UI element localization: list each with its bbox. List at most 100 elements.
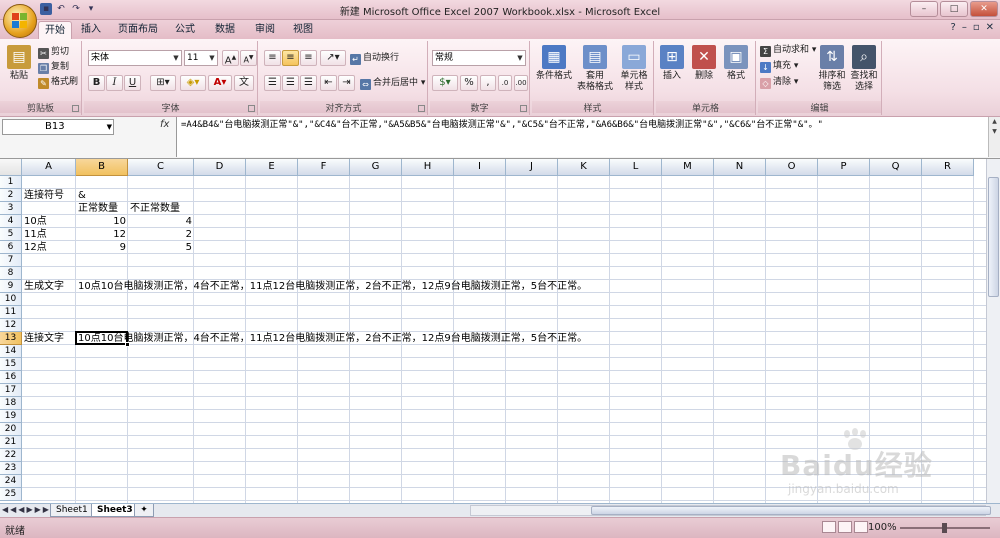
cell-a5[interactable]: 11点 [22, 228, 49, 241]
row-header-5[interactable]: 5 [0, 228, 22, 241]
row-header-11[interactable]: 11 [0, 306, 22, 319]
row-header-20[interactable]: 20 [0, 423, 22, 436]
font-size-combo[interactable]: 11 ▼ [184, 50, 218, 66]
column-header-h[interactable]: H [402, 159, 454, 176]
cell-b6[interactable]: 9 [76, 241, 128, 254]
align-left-button[interactable]: ☰ [264, 75, 281, 91]
column-header-i[interactable]: I [454, 159, 506, 176]
shrink-font-button[interactable]: A▼ [240, 50, 257, 66]
tab-formulas[interactable]: 公式 [170, 21, 200, 39]
cell-c5[interactable]: 2 [128, 228, 194, 241]
worksheet-grid[interactable]: A B C D E F G H I J K L M N O P Q R 1 2 3 4 5 6 7 8 9 10 11 12 13 14 15 1… [0, 159, 1000, 503]
phonetic-button[interactable]: 文 [234, 75, 254, 91]
select-all-corner[interactable] [0, 159, 22, 176]
format-as-table-button[interactable]: ▤ 套用 表格格式 [574, 43, 616, 97]
autosum-button[interactable]: Σ 自动求和 ▾ [760, 43, 816, 58]
close-workbook-icon[interactable]: ✕ [986, 22, 994, 33]
column-header-q[interactable]: Q [870, 159, 922, 176]
normal-view-icon[interactable] [822, 521, 836, 533]
cell-b2[interactable]: & [76, 189, 88, 202]
row-header-22[interactable]: 22 [0, 449, 22, 462]
conditional-formatting-button[interactable]: ▦ 条件格式 [534, 43, 574, 97]
column-header-c[interactable]: C [128, 159, 194, 176]
cell-b9[interactable]: 10点10台电脑拨测正常，4台不正常，11点12台电脑拨测正常，2台不正常，12… [76, 280, 589, 293]
merge-center-button[interactable]: ⇔ 合并后居中 ▾ [360, 76, 425, 91]
tab-view[interactable]: 视图 [288, 21, 318, 39]
row-header-7[interactable]: 7 [0, 254, 22, 267]
sheet-tab-sheet1[interactable]: Sheet1 [50, 504, 94, 517]
row-header-19[interactable]: 19 [0, 410, 22, 423]
column-header-g[interactable]: G [350, 159, 402, 176]
close-button[interactable]: ✕ [970, 1, 998, 17]
scroll-thumb[interactable] [988, 177, 999, 297]
italic-button[interactable]: I [106, 75, 123, 91]
row-header-13[interactable]: 13 [0, 332, 22, 345]
row-header-6[interactable]: 6 [0, 241, 22, 254]
column-header-m[interactable]: M [662, 159, 714, 176]
cell-b4[interactable]: 10 [76, 215, 128, 228]
column-header-r[interactable]: R [922, 159, 974, 176]
cell-a4[interactable]: 10点 [22, 215, 49, 228]
column-header-l[interactable]: L [610, 159, 662, 176]
number-format-combo[interactable]: 常规 ▼ [432, 50, 526, 66]
office-button[interactable] [3, 4, 37, 38]
tab-home[interactable]: 开始 [38, 21, 72, 39]
delete-cells-button[interactable]: ✕ 删除 [688, 43, 720, 97]
row-header-15[interactable]: 15 [0, 358, 22, 371]
decrease-indent-button[interactable]: ⇤ [320, 75, 337, 91]
bold-button[interactable]: B [88, 75, 105, 91]
align-top-button[interactable]: ≡ [264, 50, 281, 66]
align-middle-button[interactable]: ≡ [282, 50, 299, 66]
page-break-view-icon[interactable] [854, 521, 868, 533]
maximize-button[interactable]: □ [940, 1, 968, 17]
column-header-f[interactable]: F [298, 159, 350, 176]
percent-button[interactable]: % [460, 75, 478, 91]
column-header-d[interactable]: D [194, 159, 246, 176]
row-header-17[interactable]: 17 [0, 384, 22, 397]
cell-c6[interactable]: 5 [128, 241, 194, 254]
sheet-tab-sheet3[interactable]: Sheet3 [91, 504, 139, 517]
fill-button[interactable]: ↓ 填充 ▾ [760, 59, 798, 74]
decrease-decimal-button[interactable]: .00 [514, 75, 528, 91]
clear-button[interactable]: ◇ 清除 ▾ [760, 75, 798, 90]
comma-button[interactable]: , [480, 75, 496, 91]
row-header-8[interactable]: 8 [0, 267, 22, 280]
cell-c4[interactable]: 4 [128, 215, 194, 228]
row-header-2[interactable]: 2 [0, 189, 22, 202]
help-icon[interactable]: ? [951, 22, 956, 33]
insert-function-icon[interactable]: fx [160, 119, 169, 130]
row-header-9[interactable]: 9 [0, 280, 22, 293]
underline-button[interactable]: U [124, 75, 141, 91]
name-box[interactable]: B13 ▼ [2, 119, 114, 135]
font-name-combo[interactable]: 宋体 ▼ [88, 50, 182, 66]
scroll-thumb[interactable] [591, 506, 991, 515]
column-header-p[interactable]: P [818, 159, 870, 176]
wrap-text-button[interactable]: ↵ 自动换行 [350, 51, 399, 66]
insert-sheet-icon[interactable]: ✦ [134, 504, 154, 517]
row-header-18[interactable]: 18 [0, 397, 22, 410]
page-layout-view-icon[interactable] [838, 521, 852, 533]
column-header-n[interactable]: N [714, 159, 766, 176]
format-cells-button[interactable]: ▣ 格式 [720, 43, 752, 97]
zoom-slider[interactable] [900, 523, 990, 533]
cell-a13[interactable]: 连接文字 [22, 332, 66, 345]
column-header-j[interactable]: J [506, 159, 558, 176]
cell-a9[interactable]: 生成文字 [22, 280, 66, 293]
font-color-button[interactable]: A▾ [208, 75, 232, 91]
find-select-button[interactable]: ⌕ 查找和 选择 [848, 43, 880, 97]
zoom-level[interactable]: 100% [868, 522, 897, 533]
dialog-launcher-icon[interactable] [520, 105, 527, 112]
orientation-button[interactable]: ↗▾ [320, 50, 346, 66]
row-header-14[interactable]: 14 [0, 345, 22, 358]
sheet-nav-arrows-icon[interactable]: ◀◀◀▶▶▶ [2, 505, 51, 514]
row-header-21[interactable]: 21 [0, 436, 22, 449]
vertical-scrollbar[interactable] [986, 159, 1000, 503]
cut-button[interactable]: ✂ 剪切 [38, 45, 69, 60]
row-header-23[interactable]: 23 [0, 462, 22, 475]
horizontal-scrollbar[interactable] [470, 505, 991, 516]
column-header-k[interactable]: K [558, 159, 610, 176]
formula-input[interactable]: =A4&B4&"台电脑拨测正常"&","&C4&"台不正常,"&A5&B5&"台… [176, 117, 988, 157]
tab-review[interactable]: 审阅 [250, 21, 280, 39]
cell-c3[interactable]: 不正常数量 [128, 202, 182, 215]
borders-button[interactable]: ⊞▾ [150, 75, 176, 91]
